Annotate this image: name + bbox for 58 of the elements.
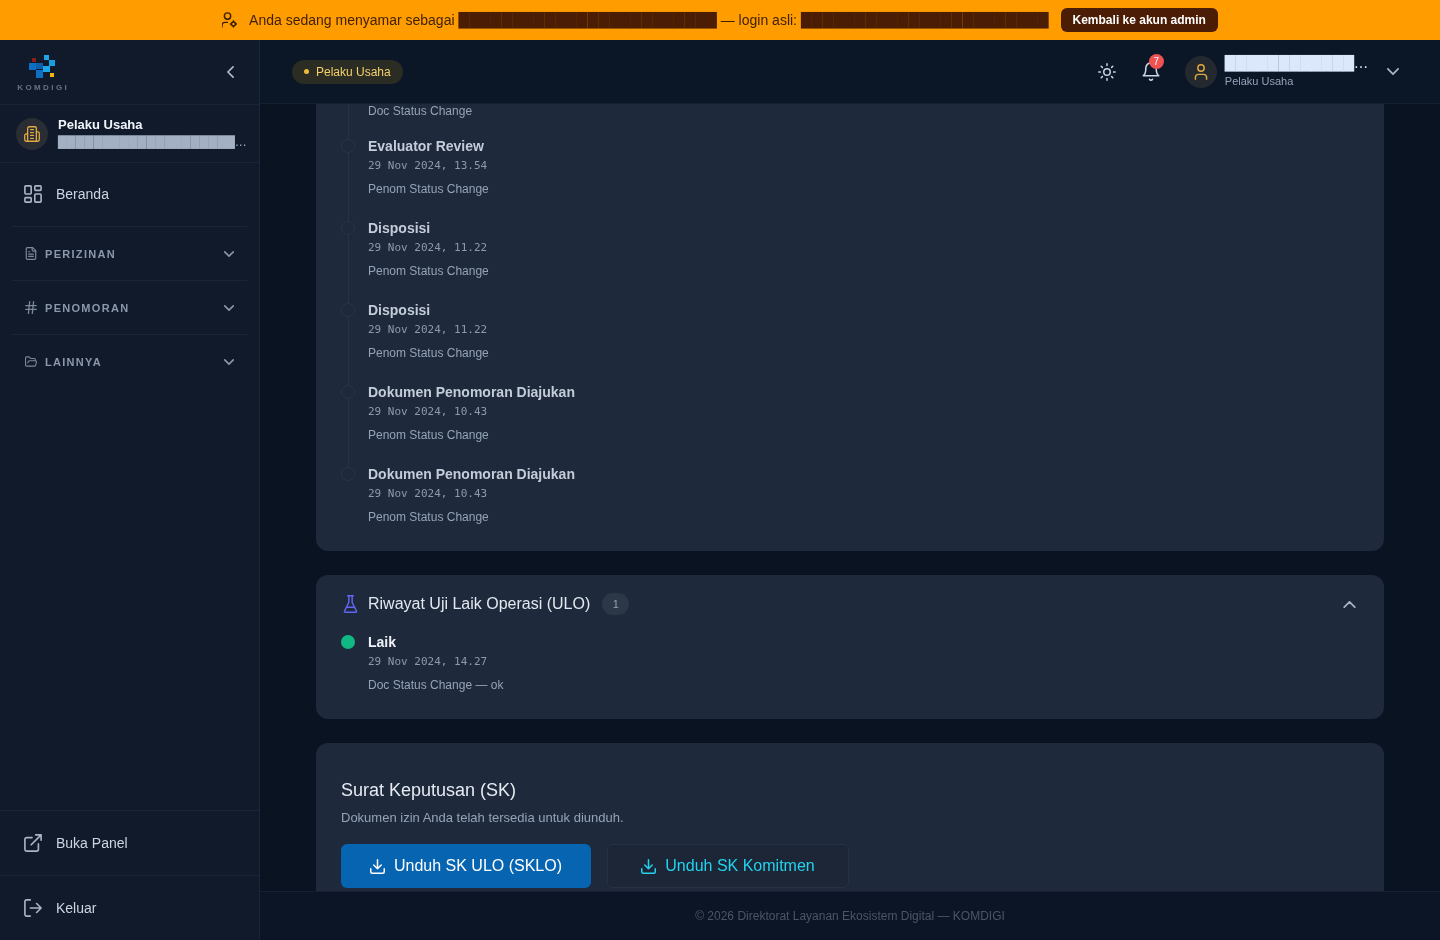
event-description: Penom Status Change [368, 181, 489, 198]
event-title: Dokumen Penomoran Diajukan [368, 465, 575, 484]
event-title: Dokumen Penomoran Diajukan [368, 383, 575, 402]
event-description: Penom Status Change [368, 427, 490, 444]
event-description: Penom Status Change [368, 345, 489, 362]
external-link-icon [24, 834, 42, 852]
user-icon [1184, 55, 1217, 88]
logout-icon [24, 899, 42, 917]
event-date: 29 Nov 2024, 14.27 [368, 654, 489, 670]
sun-icon[interactable] [1097, 62, 1116, 81]
folder-icon [25, 355, 37, 368]
event-title: Evaluator Review [368, 137, 485, 156]
notification-badge: 7 [1148, 54, 1164, 69]
nav-section[interactable]: LAINNYA [12, 334, 247, 388]
user-name: ████████████… [1224, 55, 1368, 72]
user-role: Pelaku Usaha [1224, 74, 1295, 88]
dot-icon [304, 69, 309, 74]
collapse-chevron-icon[interactable] [227, 66, 234, 78]
logo-icon [28, 54, 56, 78]
nav-link[interactable]: Keluar [0, 875, 259, 940]
event-description: Penom Status Change [368, 263, 489, 280]
chevron-down-icon[interactable] [1387, 68, 1399, 75]
event-date: 29 Nov 2024, 11.22 [368, 322, 489, 338]
logo-text: KOMDIGI [17, 82, 70, 92]
back-to-admin-button[interactable]: Kembali ke akun admin [1060, 8, 1218, 32]
impersonation-notice: Anda sedang menyamar sebagai ████████████████████████ — login asli: ███████████████████████ [249, 11, 1049, 30]
flask-icon [343, 595, 358, 613]
hash-icon [25, 301, 37, 314]
event-description: Doc Status Change — ok [368, 677, 504, 694]
event-date: 29 Nov 2024, 13.54 [368, 158, 489, 174]
download-button[interactable]: Unduh SK ULO (SKLO) [341, 844, 591, 888]
event-description: Penom Status Change [368, 509, 490, 526]
event-date: 29 Nov 2024, 11.22 [368, 240, 489, 256]
section-title: Riwayat Uji Laik Operasi (ULO) [368, 595, 591, 613]
chevron-up-icon[interactable] [1343, 600, 1356, 608]
event-description: Doc Status Change [368, 104, 473, 118]
count-badge: 1 [602, 593, 630, 615]
nav-section[interactable]: PERIZINAN [12, 226, 247, 280]
event-title: Disposisi [368, 219, 432, 238]
dashboard-icon [24, 185, 42, 203]
nav-link[interactable]: Buka Panel [0, 810, 259, 875]
nav-section[interactable]: PENOMORAN [12, 280, 247, 334]
section-subtitle: Dokumen izin Anda telah tersedia untuk diunduh. [341, 809, 625, 827]
event-title: Disposisi [368, 301, 432, 320]
download-icon [369, 858, 385, 874]
nav-item[interactable]: Beranda [12, 171, 247, 217]
download-button[interactable]: Unduh SK Komitmen [607, 844, 849, 888]
role-label: Pelaku Usaha [316, 64, 391, 79]
event-date: 29 Nov 2024, 10.43 [368, 486, 489, 502]
section-title: Surat Keputusan (SK) [341, 779, 518, 802]
user-gear-icon [222, 12, 238, 28]
document-icon [25, 247, 37, 260]
download-icon [641, 858, 657, 874]
profile-role: Pelaku Usaha [58, 117, 144, 133]
footer-text: © 2026 Direktorat Layanan Ekosistem Digital — KOMDIGI [695, 909, 1005, 923]
event-title: Laik [368, 633, 397, 652]
building-icon [16, 117, 48, 150]
event-date: 29 Nov 2024, 10.43 [368, 404, 489, 420]
